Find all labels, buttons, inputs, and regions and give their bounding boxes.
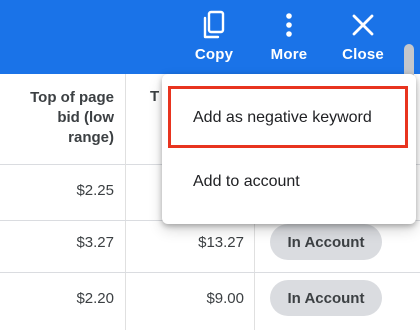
copy-label: Copy (194, 46, 234, 63)
close-icon (351, 8, 375, 42)
bid-low-value: $2.25 (76, 182, 114, 199)
more-vert-icon (284, 8, 294, 42)
bid-high-value: $9.00 (206, 290, 244, 307)
more-label: More (270, 46, 308, 63)
header-top-of-page-bid-low[interactable]: Top of page bid (low range) (0, 88, 114, 148)
header-line: Top of page (30, 89, 114, 106)
header-line: bid (low (57, 109, 114, 126)
menu-item-label: Add to account (193, 173, 300, 190)
more-menu: Add as negative keyword Add to account (162, 74, 416, 224)
copy-icon (201, 8, 227, 42)
menu-item-label: Add as negative keyword (193, 109, 372, 126)
bid-low-value: $3.27 (76, 234, 114, 251)
header-line: range) (68, 129, 114, 146)
copy-button[interactable]: Copy (192, 8, 236, 68)
close-button[interactable]: Close (338, 8, 388, 68)
table-row: $3.27 $13.27 In Account (0, 216, 420, 273)
in-account-badge[interactable]: In Account (270, 224, 382, 260)
close-label: Close (342, 46, 384, 63)
menu-item-add-as-negative-keyword[interactable]: Add as negative keyword (162, 88, 416, 148)
menu-item-add-to-account[interactable]: Add to account (162, 152, 416, 212)
in-account-badge[interactable]: In Account (270, 280, 382, 316)
top-toolbar: Copy More Close (0, 0, 420, 74)
bid-high-value: $13.27 (198, 234, 244, 251)
bid-low-value: $2.20 (76, 290, 114, 307)
table-row: $2.20 $9.00 In Account (0, 272, 420, 328)
more-button[interactable]: More (266, 8, 312, 68)
